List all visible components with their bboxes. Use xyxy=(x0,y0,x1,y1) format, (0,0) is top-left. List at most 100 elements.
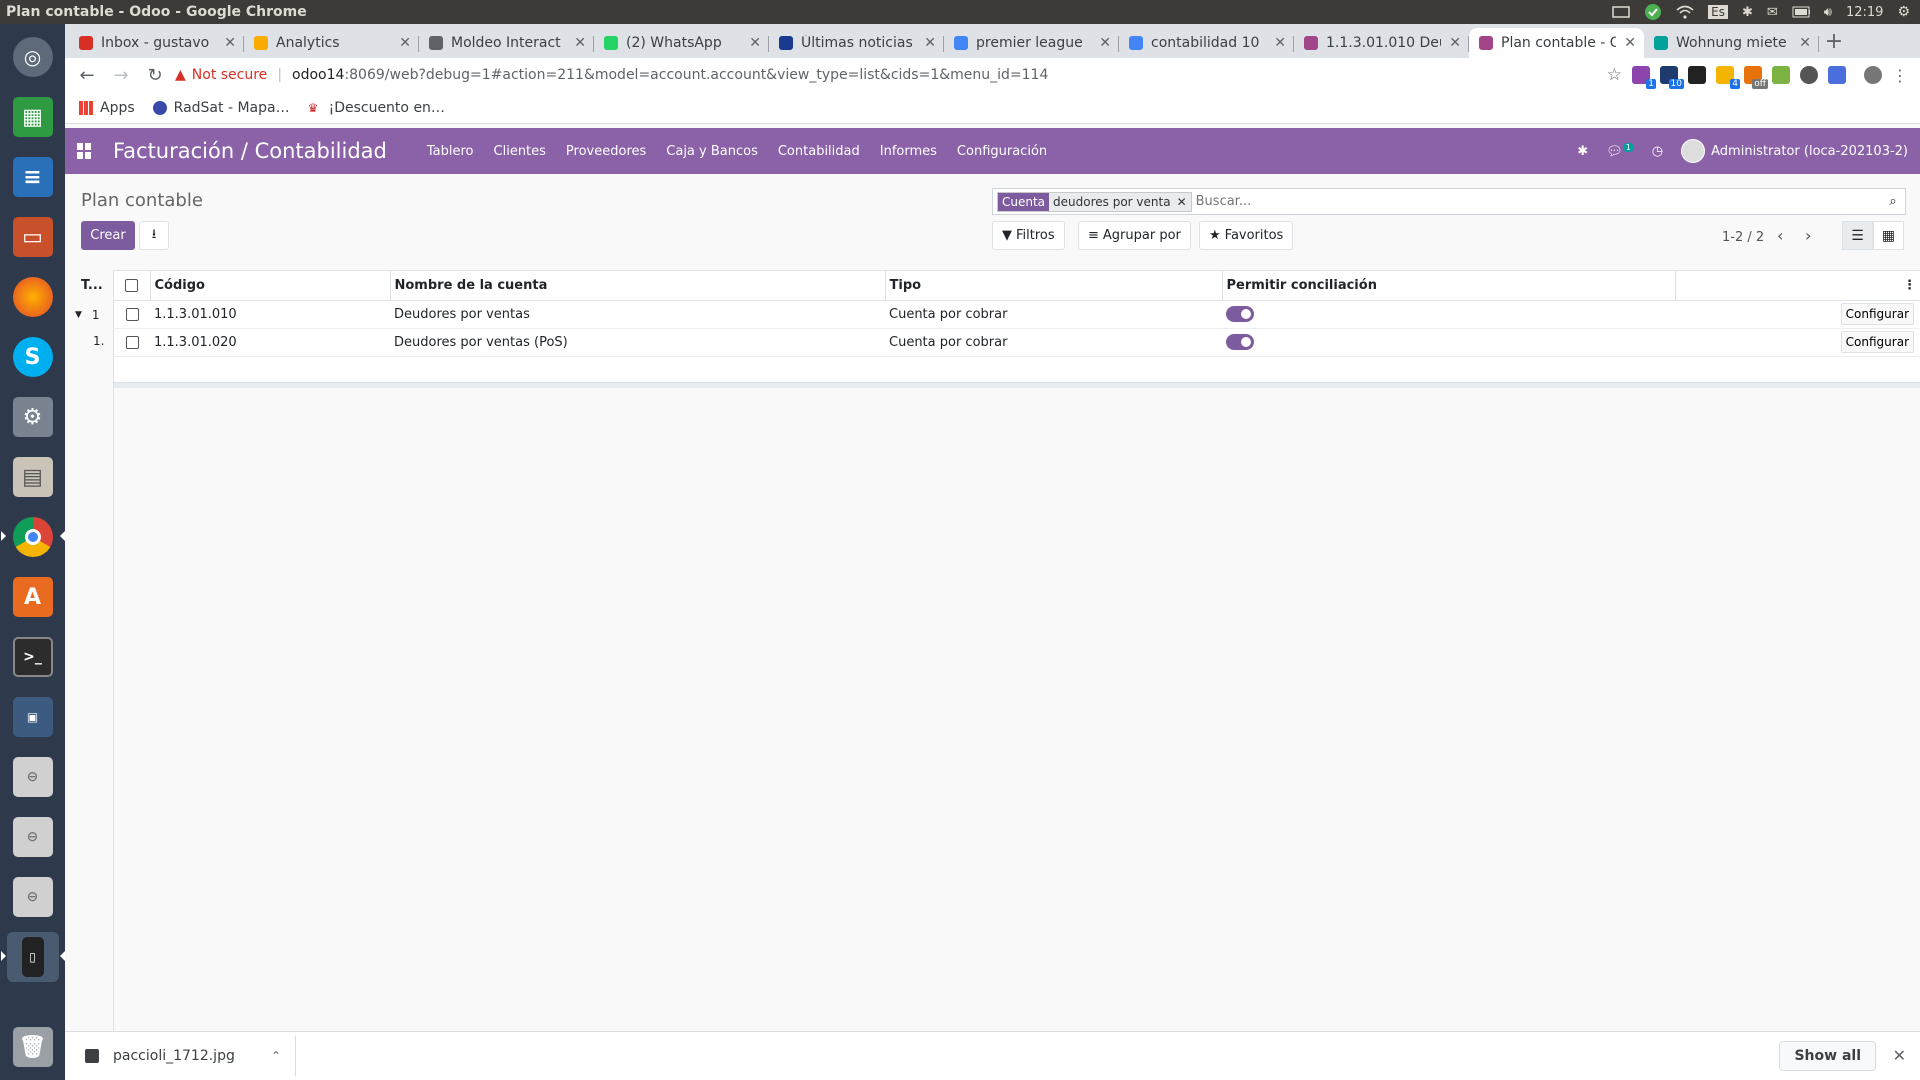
tab-4[interactable]: Últimas noticias ✕ xyxy=(769,28,944,58)
tab-6[interactable]: contabilidad 10 ✕ xyxy=(1119,28,1294,58)
launcher-drive-1-button[interactable]: ⊖ xyxy=(7,752,59,802)
configure-button[interactable]: Configurar xyxy=(1840,303,1914,325)
column-header-code[interactable]: Código xyxy=(150,271,391,301)
app-title[interactable]: Facturación / Contabilidad xyxy=(113,139,387,163)
profile-avatar-icon[interactable] xyxy=(1864,66,1882,84)
forward-icon[interactable]: → xyxy=(107,61,135,89)
column-header-reconcile[interactable]: Permitir conciliación xyxy=(1222,271,1676,301)
omnibox[interactable]: ▲ Not secure | odoo14:8069/web?debug=1#a… xyxy=(175,61,1601,89)
launcher-phone-button[interactable]: ▯ xyxy=(0,932,65,982)
wifi-icon[interactable] xyxy=(1676,5,1694,19)
close-icon[interactable]: ✕ xyxy=(749,35,761,51)
battery-icon[interactable] xyxy=(1792,5,1810,19)
debug-bug-icon[interactable]: ✱ xyxy=(1577,144,1588,159)
launcher-drive-2-button[interactable]: ⊖ xyxy=(7,812,59,862)
launcher-drive-3-button[interactable]: ⊖ xyxy=(7,872,59,922)
bookmark-radsat[interactable]: RadSat - Mapa… xyxy=(152,100,290,116)
tab-7[interactable]: 1.1.3.01.010 Deu ✕ xyxy=(1294,28,1469,58)
apps-menu-icon[interactable] xyxy=(77,143,93,159)
extension-5-icon[interactable]: off xyxy=(1744,66,1768,89)
tab-9[interactable]: Wohnung miete ✕ xyxy=(1644,28,1819,58)
kebab-menu-icon[interactable]: ⋮ xyxy=(1892,66,1908,85)
filters-button[interactable]: ▼ Filtros xyxy=(992,221,1065,250)
row-checkbox[interactable] xyxy=(125,335,139,349)
extension-2-icon[interactable]: 10 xyxy=(1660,66,1684,89)
cell-type[interactable]: Cuenta por cobrar xyxy=(885,328,1222,357)
close-icon[interactable]: ✕ xyxy=(574,35,586,51)
column-header-name[interactable]: Nombre de la cuenta xyxy=(390,271,886,301)
bookmark-descuento[interactable]: ♛ ¡Descuento en… xyxy=(308,100,445,116)
system-settings-icon[interactable]: ⚙ xyxy=(1897,4,1910,20)
close-icon[interactable]: ✕ xyxy=(1099,35,1111,51)
reload-icon[interactable]: ↻ xyxy=(141,61,169,89)
table-row[interactable]: 1.1.3.01.010 Deudores por ventas Cuenta … xyxy=(114,300,1920,329)
launcher-skype-button[interactable]: S xyxy=(7,332,59,382)
pager-value[interactable]: 1-2 / 2 xyxy=(1722,230,1764,245)
tab-0[interactable]: Inbox - gustavo ✕ xyxy=(69,28,244,58)
tab-2[interactable]: Moldeo Interact ✕ xyxy=(419,28,594,58)
configure-button[interactable]: Configurar xyxy=(1840,331,1914,353)
extension-6-icon[interactable] xyxy=(1772,66,1790,84)
launcher-impress-button[interactable]: ▭ xyxy=(7,212,59,262)
close-icon[interactable]: ✕ xyxy=(1799,35,1811,51)
activity-clock-icon[interactable]: ◷ xyxy=(1652,144,1663,159)
reconcile-toggle[interactable] xyxy=(1226,306,1254,322)
download-item[interactable]: paccioli_1712.jpg ⌃ xyxy=(65,1036,296,1076)
close-icon[interactable]: ✕ xyxy=(224,35,236,51)
caret-down-icon[interactable]: ▼ xyxy=(75,310,82,320)
launcher-settings-button[interactable]: ⚙ xyxy=(7,392,59,442)
update-ok-icon[interactable] xyxy=(1644,4,1662,20)
mail-icon[interactable]: ✉ xyxy=(1767,5,1778,20)
close-icon[interactable]: ✕ xyxy=(1624,35,1636,51)
kanban-view-icon[interactable]: ▦ xyxy=(1873,221,1904,250)
search-facet[interactable]: Cuenta deudores por venta ✕ xyxy=(997,191,1192,212)
reconcile-toggle[interactable] xyxy=(1226,334,1254,350)
menu-item-contabilidad[interactable]: Contabilidad xyxy=(778,144,860,159)
menu-item-configuracion[interactable]: Configuración xyxy=(957,144,1047,159)
menu-item-proveedores[interactable]: Proveedores xyxy=(566,144,646,159)
extension-8-icon[interactable] xyxy=(1828,66,1846,84)
bookmark-apps[interactable]: Apps xyxy=(79,100,135,116)
launcher-workspaces-button[interactable]: ▣ xyxy=(7,692,59,742)
optional-columns-icon[interactable]: ⋮ xyxy=(1675,271,1920,301)
launcher-firefox-button[interactable] xyxy=(7,272,59,322)
close-icon[interactable]: ✕ xyxy=(1893,1046,1906,1065)
hierarchy-row[interactable]: ▼ 1 xyxy=(65,302,113,328)
menu-item-informes[interactable]: Informes xyxy=(880,144,937,159)
hierarchy-row[interactable]: 1. xyxy=(65,328,113,354)
show-all-button[interactable]: Show all xyxy=(1779,1041,1876,1071)
launcher-calc-button[interactable]: ▦ xyxy=(7,92,59,142)
cell-name[interactable]: Deudores por ventas xyxy=(390,300,885,329)
launcher-dash-button[interactable]: ◎ xyxy=(7,32,59,82)
groupby-button[interactable]: ≡ Agrupar por xyxy=(1078,221,1191,250)
favorites-button[interactable]: ★ Favoritos xyxy=(1199,221,1294,250)
extension-3-icon[interactable] xyxy=(1688,66,1706,84)
launcher-writer-button[interactable]: ≡ xyxy=(7,152,59,202)
extension-7-icon[interactable] xyxy=(1800,66,1818,84)
avatar[interactable] xyxy=(1681,139,1706,163)
select-all-checkbox[interactable] xyxy=(125,278,139,292)
screen-icon[interactable] xyxy=(1612,5,1630,19)
launcher-software-center-button[interactable]: A xyxy=(7,572,59,622)
close-icon[interactable]: ✕ xyxy=(924,35,936,51)
remove-facet-icon[interactable]: ✕ xyxy=(1177,195,1187,209)
pager-next-icon[interactable]: › xyxy=(1805,226,1811,245)
cell-code[interactable]: 1.1.3.01.020 xyxy=(150,328,390,357)
tab-3[interactable]: (2) WhatsApp ✕ xyxy=(594,28,769,58)
column-header-type[interactable]: Tipo xyxy=(885,271,1223,301)
launcher-terminal-button[interactable]: >_ xyxy=(7,632,59,682)
search-icon[interactable]: ⌕ xyxy=(1881,194,1905,209)
chat-icon[interactable]: 💬︎ 1 xyxy=(1606,142,1634,159)
extension-4-icon[interactable]: 4 xyxy=(1716,66,1740,89)
menu-item-clientes[interactable]: Clientes xyxy=(494,144,546,159)
chevron-up-icon[interactable]: ⌃ xyxy=(271,1049,281,1063)
extension-1-icon[interactable]: 1 xyxy=(1632,66,1656,89)
back-icon[interactable]: ← xyxy=(73,61,101,89)
keyboard-language-indicator[interactable]: Es xyxy=(1708,5,1728,19)
launcher-chrome-button[interactable] xyxy=(0,512,65,562)
cell-name[interactable]: Deudores por ventas (PoS) xyxy=(390,328,885,357)
tab-8[interactable]: Plan contable - O ✕ xyxy=(1469,28,1644,58)
pager-previous-icon[interactable]: ‹ xyxy=(1777,226,1783,245)
row-checkbox[interactable] xyxy=(125,307,139,321)
launcher-trash-button[interactable]: 🗑︎ xyxy=(7,1022,59,1072)
